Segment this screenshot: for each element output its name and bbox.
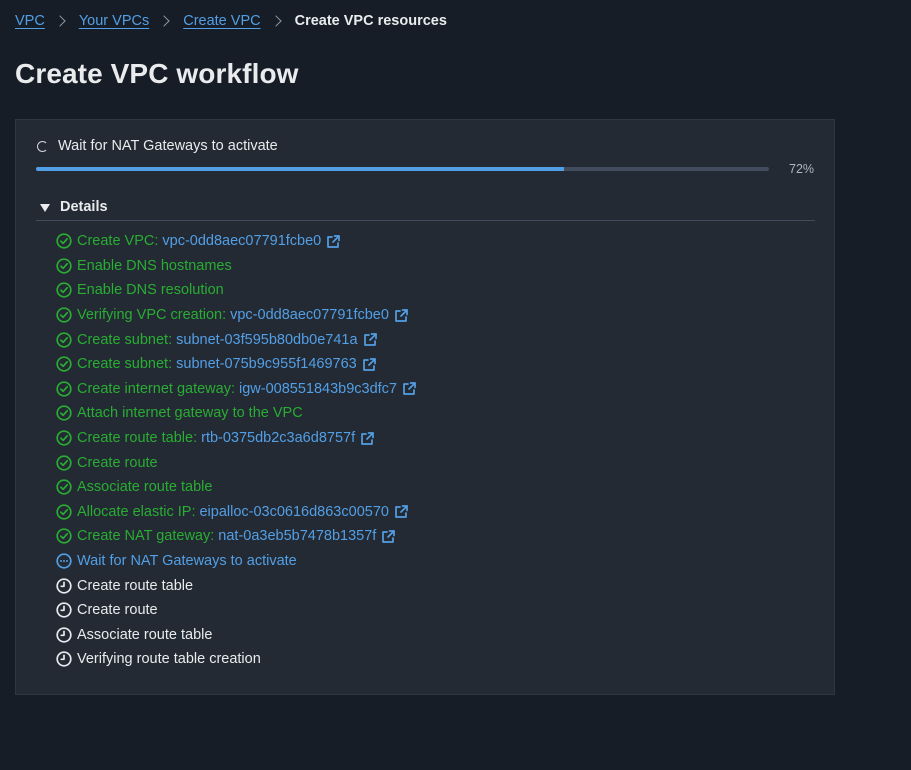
step-label: Create NAT gateway: bbox=[77, 528, 215, 545]
step-label: Associate route table bbox=[77, 479, 213, 496]
breadcrumb-current: Create VPC resources bbox=[294, 13, 447, 29]
progress-percent: 72% bbox=[789, 162, 815, 176]
step-label: Enable DNS hostnames bbox=[77, 257, 232, 274]
step-item: Associate route table bbox=[56, 623, 417, 648]
step-item: Create VPC: vpc-0dd8aec07791fcbe0 bbox=[56, 229, 417, 254]
step-item: Verifying route table creation bbox=[56, 647, 417, 672]
step-label: Create subnet: bbox=[77, 356, 173, 373]
step-label: Allocate elastic IP: bbox=[77, 503, 196, 520]
step-item: Attach internet gateway to the VPC bbox=[56, 401, 417, 426]
workflow-panel: Wait for NAT Gateways to activate 72% De… bbox=[15, 119, 835, 695]
page-title: Create VPC workflow bbox=[15, 58, 299, 89]
external-link-icon[interactable] bbox=[394, 504, 409, 519]
status-success-icon bbox=[56, 233, 72, 249]
chevron-right-icon bbox=[269, 15, 282, 27]
caret-down-icon bbox=[40, 203, 50, 212]
progress-bar bbox=[36, 167, 769, 171]
step-label: Associate route table bbox=[77, 626, 213, 643]
details-label: Details bbox=[60, 199, 108, 215]
external-link-icon[interactable] bbox=[394, 308, 409, 323]
step-label: Create VPC: bbox=[77, 233, 159, 250]
external-link-icon[interactable] bbox=[360, 431, 375, 446]
step-item: Create route bbox=[56, 598, 417, 623]
step-item: Create internet gateway: igw-008551843b9c… bbox=[56, 377, 417, 402]
status-success-icon bbox=[56, 258, 72, 274]
step-label: Create route table bbox=[77, 577, 194, 594]
step-label: Create route bbox=[77, 602, 158, 619]
status-success-icon bbox=[56, 528, 72, 545]
step-resource-link[interactable]: subnet-075b9c955f1469763 bbox=[176, 356, 357, 372]
step-resource-link[interactable]: igw-008551843b9c3dfc7 bbox=[239, 381, 397, 397]
status-in-progress-icon bbox=[56, 553, 72, 569]
status-success-icon bbox=[56, 381, 72, 397]
step-item: Enable DNS resolution bbox=[56, 278, 417, 303]
step-label: Attach internet gateway to the VPC bbox=[77, 405, 303, 422]
status-success-icon bbox=[56, 405, 72, 422]
step-label: Verifying VPC creation: bbox=[77, 307, 227, 324]
step-label: Create route table: bbox=[77, 430, 198, 447]
step-label: Wait for NAT Gateways to activate bbox=[77, 553, 297, 570]
step-resource-link[interactable]: eipalloc-03c0616d863c00570 bbox=[199, 504, 388, 520]
status-pending-icon bbox=[56, 577, 72, 594]
step-item: Allocate elastic IP: eipalloc-03c0616d863… bbox=[56, 500, 417, 525]
step-label: Enable DNS resolution bbox=[77, 282, 224, 299]
status-success-icon bbox=[56, 504, 72, 520]
chevron-right-icon bbox=[54, 15, 66, 27]
steps-list: Create VPC: vpc-0dd8aec07791fcbe0 Enable D… bbox=[56, 229, 417, 672]
progress-bar-fill bbox=[36, 167, 564, 171]
external-link-icon[interactable] bbox=[381, 529, 396, 544]
status-row: Wait for NAT Gateways to activate bbox=[37, 138, 278, 154]
breadcrumb-your-vpcs[interactable]: Your VPCs bbox=[79, 13, 149, 29]
step-label: Create route bbox=[77, 454, 158, 471]
step-item: Create route table: rtb-0375db2c3a6d8757f bbox=[56, 426, 417, 451]
status-success-icon bbox=[56, 332, 72, 348]
details-toggle[interactable]: Details bbox=[40, 199, 108, 215]
status-pending-icon bbox=[56, 627, 72, 643]
breadcrumb: VPC Your VPCs Create VPC Create VPC reso… bbox=[15, 11, 447, 31]
step-resource-link[interactable]: nat-0a3eb5b7478b1357f bbox=[218, 528, 376, 544]
step-item: Create route bbox=[56, 450, 417, 475]
status-label: Wait for NAT Gateways to activate bbox=[58, 138, 278, 154]
breadcrumb-create-vpc[interactable]: Create VPC bbox=[183, 13, 260, 29]
loading-spinner-icon bbox=[37, 140, 48, 152]
status-success-icon bbox=[56, 307, 72, 323]
step-item: Create route table bbox=[56, 573, 417, 598]
step-label: Create subnet: bbox=[77, 331, 173, 348]
status-success-icon bbox=[56, 282, 72, 299]
breadcrumb-vpc[interactable]: VPC bbox=[15, 13, 45, 29]
step-label: Verifying route table creation bbox=[77, 651, 261, 668]
chevron-right-icon bbox=[158, 15, 170, 27]
external-link-icon[interactable] bbox=[326, 234, 341, 249]
step-item: Wait for NAT Gateways to activate bbox=[56, 549, 417, 574]
status-pending-icon bbox=[56, 602, 72, 618]
status-success-icon bbox=[56, 356, 72, 372]
step-item: Associate route table bbox=[56, 475, 417, 500]
step-item: Enable DNS hostnames bbox=[56, 254, 417, 279]
status-success-icon bbox=[56, 454, 72, 471]
status-success-icon bbox=[56, 479, 72, 495]
external-link-icon[interactable] bbox=[362, 357, 377, 372]
step-item: Verifying VPC creation: vpc-0dd8aec07791f… bbox=[56, 303, 417, 328]
step-resource-link[interactable]: subnet-03f595b80db0e741a bbox=[176, 332, 357, 348]
step-item: Create subnet: subnet-075b9c955f1469763 bbox=[56, 352, 417, 377]
external-link-icon[interactable] bbox=[402, 381, 417, 396]
status-success-icon bbox=[56, 430, 72, 446]
step-item: Create subnet: subnet-03f595b80db0e741a bbox=[56, 327, 417, 352]
step-item: Create NAT gateway: nat-0a3eb5b7478b1357f bbox=[56, 524, 417, 549]
step-resource-link[interactable]: rtb-0375db2c3a6d8757f bbox=[201, 430, 355, 446]
external-link-icon[interactable] bbox=[363, 332, 378, 347]
step-resource-link[interactable]: vpc-0dd8aec07791fcbe0 bbox=[230, 307, 389, 323]
divider bbox=[36, 220, 815, 221]
step-resource-link[interactable]: vpc-0dd8aec07791fcbe0 bbox=[162, 233, 321, 249]
step-label: Create internet gateway: bbox=[77, 380, 235, 397]
status-pending-icon bbox=[56, 651, 72, 668]
